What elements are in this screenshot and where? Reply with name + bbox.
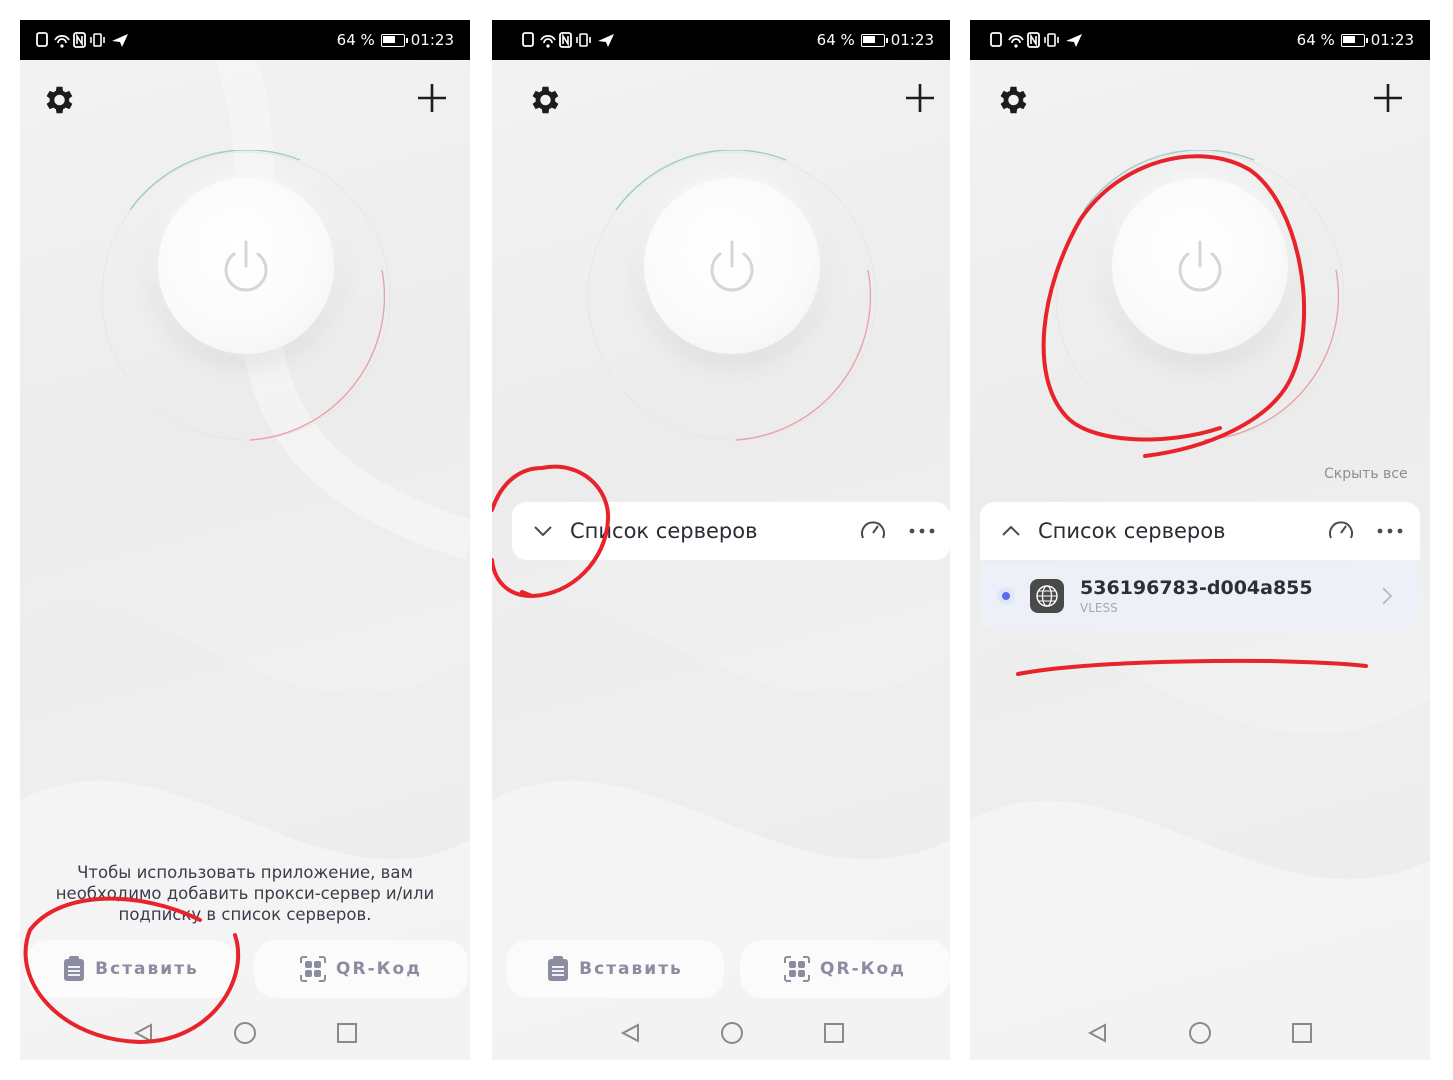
nav-back-icon[interactable] — [1087, 1023, 1106, 1043]
paste-label: Вставить — [579, 959, 683, 979]
power-button[interactable] — [1054, 150, 1346, 442]
selected-radio-icon[interactable] — [996, 586, 1016, 606]
nav-back-icon[interactable] — [133, 1023, 152, 1043]
server-list-title: Список серверов — [1038, 519, 1226, 543]
power-button[interactable] — [100, 150, 392, 442]
phone-screen-1: 64 % 01:23 Чтобы использовать приложение… — [20, 20, 470, 1060]
nav-home-icon[interactable] — [1189, 1022, 1211, 1044]
power-icon — [1178, 240, 1222, 292]
android-nav-bar — [620, 1022, 844, 1044]
chevron-right-icon[interactable] — [1380, 585, 1394, 607]
android-nav-bar — [133, 1022, 357, 1044]
qr-scan-icon — [784, 956, 811, 982]
battery-icon — [1340, 33, 1368, 47]
server-list-title: Список серверов — [570, 519, 758, 543]
server-protocol: VLESS — [1080, 601, 1118, 615]
nav-home-icon[interactable] — [234, 1022, 256, 1044]
power-icon — [710, 240, 754, 292]
paste-button[interactable]: Вставить — [26, 940, 236, 998]
server-list-header[interactable]: Список серверов — [512, 502, 950, 560]
settings-gear-icon[interactable] — [40, 82, 76, 118]
battery-icon — [380, 33, 408, 47]
qr-label: QR-Код — [820, 959, 906, 979]
status-bar: 64 % 01:23 — [970, 20, 1430, 60]
add-plus-icon[interactable] — [904, 82, 936, 114]
speedometer-icon[interactable] — [858, 516, 888, 546]
nav-back-icon[interactable] — [620, 1023, 639, 1043]
nav-recents-icon[interactable] — [824, 1023, 844, 1043]
clipboard-icon — [548, 956, 569, 981]
server-list-header[interactable]: Список серверов — [980, 502, 1420, 560]
nav-home-icon[interactable] — [721, 1022, 743, 1044]
add-plus-icon[interactable] — [1372, 82, 1404, 114]
status-icons — [990, 32, 1082, 48]
server-list-item[interactable]: 536196783-d004a855 VLESS — [980, 562, 1420, 630]
globe-icon — [1030, 579, 1064, 613]
phone-screen-2: 64 % 01:23 Список серверов Вставить QR-К… — [492, 20, 950, 1060]
battery-percent: 64 % — [816, 31, 855, 49]
server-name: 536196783-d004a855 — [1080, 577, 1313, 599]
nav-recents-icon[interactable] — [337, 1023, 357, 1043]
android-nav-bar — [1087, 1022, 1312, 1044]
clipboard-icon — [64, 956, 85, 981]
clock: 01:23 — [410, 31, 454, 49]
more-dots-icon[interactable] — [1376, 526, 1406, 536]
power-icon — [224, 240, 268, 292]
qr-scan-icon — [300, 956, 327, 982]
settings-gear-icon[interactable] — [526, 82, 562, 118]
battery-percent: 64 % — [1296, 31, 1335, 49]
chevron-up-icon[interactable] — [1000, 524, 1022, 538]
battery-percent: 64 % — [336, 31, 375, 49]
status-icons — [36, 32, 128, 48]
nav-recents-icon[interactable] — [1292, 1023, 1312, 1043]
hide-all-link[interactable]: Скрыть все — [1324, 466, 1408, 482]
status-bar: 64 % 01:23 — [492, 20, 950, 60]
phone-screen-3: 64 % 01:23 Скрыть все Список серверов 53… — [970, 20, 1430, 1060]
add-plus-icon[interactable] — [416, 82, 448, 114]
paste-label: Вставить — [95, 959, 199, 979]
qr-label: QR-Код — [336, 959, 422, 979]
settings-gear-icon[interactable] — [994, 82, 1030, 118]
chevron-down-icon[interactable] — [532, 524, 554, 538]
battery-icon — [860, 33, 888, 47]
clock: 01:23 — [890, 31, 934, 49]
qr-code-button[interactable]: QR-Код — [740, 940, 950, 998]
qr-code-button[interactable]: QR-Код — [254, 940, 468, 998]
more-dots-icon[interactable] — [908, 526, 938, 536]
paste-button[interactable]: Вставить — [506, 940, 724, 998]
speedometer-icon[interactable] — [1326, 516, 1356, 546]
clock: 01:23 — [1370, 31, 1414, 49]
status-icons — [522, 32, 614, 48]
status-bar: 64 % 01:23 — [20, 20, 470, 60]
empty-state-hint: Чтобы использовать приложение, вам необх… — [55, 863, 435, 924]
power-button[interactable] — [586, 150, 878, 442]
